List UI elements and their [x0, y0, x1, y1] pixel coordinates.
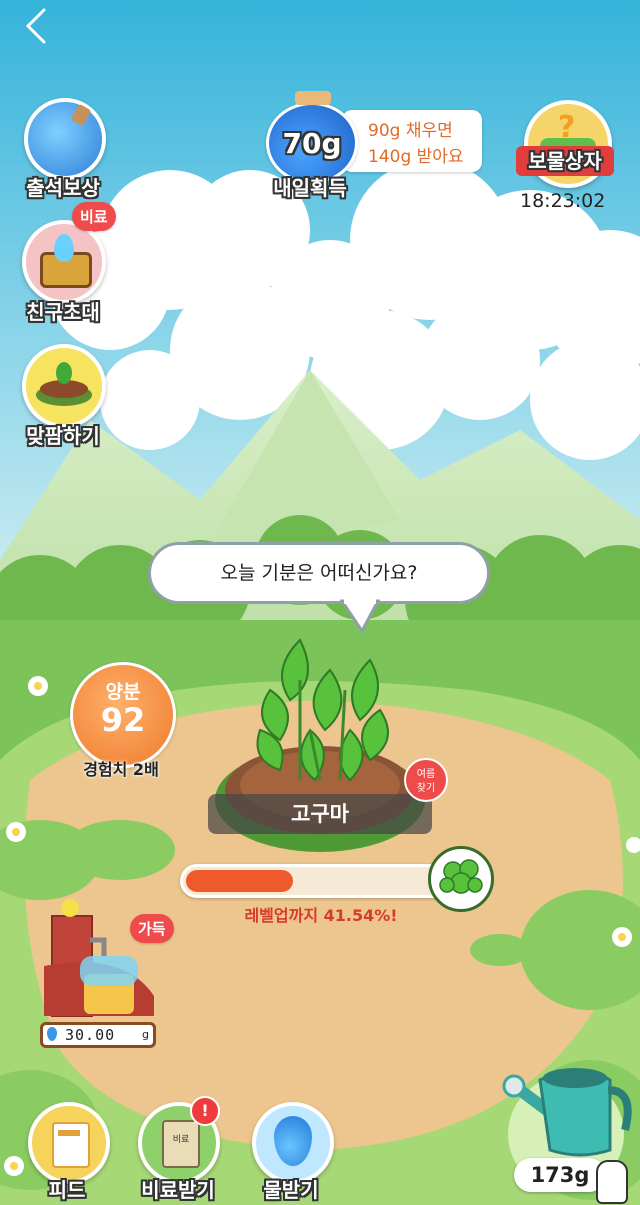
- left-menu-mutual-farm[interactable]: 맞팜하기: [18, 344, 118, 454]
- fertilizer-badge: 비료: [72, 202, 116, 231]
- tank-unit: g: [142, 1028, 149, 1041]
- plant-pot-icon: [22, 344, 106, 428]
- speech-text: 오늘 기분은 어떠신가요?: [220, 562, 418, 584]
- watering-can-button[interactable]: 173g: [500, 1050, 640, 1205]
- level-progress-bar: [180, 864, 450, 898]
- nutrient-circle: 양분 92: [70, 662, 176, 768]
- progress-fill: [186, 870, 293, 892]
- tank-value: 30.00: [65, 1026, 116, 1044]
- watering-amount: 173g: [530, 1163, 590, 1187]
- chevron-left-icon: [25, 8, 46, 44]
- left-menu-invite[interactable]: 비료 친구초대: [18, 202, 118, 330]
- watering-amount-pill: 173g: [514, 1158, 606, 1192]
- nutrient-value: 92: [100, 701, 146, 739]
- nutrient-title: 양분: [105, 681, 141, 703]
- tank-full-badge: 가득: [130, 914, 174, 943]
- tip-line-1: 90g 채우면: [368, 121, 453, 141]
- nav-water-label: 물받기: [263, 1178, 319, 1202]
- tomorrow-amount: 70g: [282, 127, 342, 160]
- invite-label: 친구초대: [26, 300, 100, 324]
- attendance-label: 출석보상: [26, 176, 100, 200]
- tomorrow-tip-box: 90g 채우면 140g 받아요: [342, 110, 482, 172]
- left-menu-attendance[interactable]: 출석보상: [18, 98, 113, 200]
- tip-line-2: 140g 받아요: [368, 147, 464, 167]
- nav-fertilizer-label: 비료받기: [141, 1178, 215, 1202]
- tomorrow-reward[interactable]: 90g 채우면 140g 받아요 70g 내일획득: [262, 88, 492, 200]
- treasure-timer: 18:23:02: [520, 190, 606, 212]
- nav-feed-button[interactable]: 피드: [24, 1102, 114, 1205]
- plant-name: 고구마: [291, 802, 349, 826]
- nutrient-caption: 경험치 2배: [83, 760, 159, 779]
- harvest-tag-line1: 여름: [416, 769, 436, 780]
- tomorrow-label: 내일획득: [273, 176, 347, 200]
- harvest-tag-line2: 찾기: [416, 783, 436, 794]
- potion-bottle-icon: [24, 98, 106, 180]
- back-button[interactable]: [20, 6, 56, 46]
- harvest-tag[interactable]: 여름 찾기: [404, 758, 448, 802]
- plant-name-plate: 고구마: [208, 794, 432, 834]
- water-drop-icon: [252, 1102, 334, 1184]
- water-drop-small-icon: [47, 1027, 57, 1041]
- nav-fertilizer-button[interactable]: 비료 ! 비료받기: [134, 1096, 234, 1205]
- fertilizer-alert-icon: !: [190, 1096, 220, 1126]
- treasure-chest-icon: [22, 220, 106, 304]
- progress-text: 레벨업까지 41.54%!: [244, 906, 398, 925]
- nav-feed-label: 피드: [48, 1178, 86, 1202]
- tap-hand-icon: [596, 1160, 628, 1204]
- nutrient-badge[interactable]: 양분 92 경험치 2배: [66, 662, 176, 782]
- nav-water-button[interactable]: 물받기: [248, 1102, 344, 1205]
- feed-icon: [28, 1102, 110, 1184]
- treasure-box-button[interactable]: ? 보물상자 18:23:02: [516, 100, 626, 218]
- mutual-farm-label: 맞팜하기: [26, 424, 100, 448]
- speech-bubble: 오늘 기분은 어떠신가요?: [148, 542, 490, 604]
- treasure-label-ribbon: 보물상자: [516, 146, 614, 176]
- watering-can-icon: [502, 1068, 632, 1157]
- tank-value-box: 30.00 g: [40, 1022, 156, 1048]
- bag-text: 비료: [172, 1135, 190, 1145]
